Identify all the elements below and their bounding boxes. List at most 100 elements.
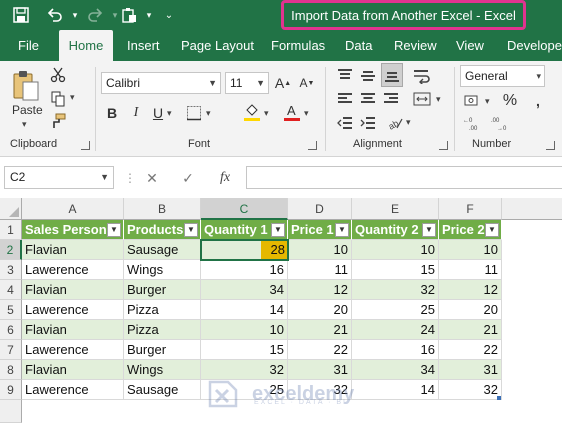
table-header-cell[interactable]: Price 2 ▼	[439, 220, 502, 240]
column-header-e[interactable]: E	[352, 198, 439, 220]
italic-icon[interactable]: I	[128, 103, 144, 123]
column-header-b[interactable]: B	[124, 198, 201, 220]
table-cell[interactable]: 12	[439, 280, 502, 300]
font-color-dropdown-icon[interactable]: ▾	[304, 108, 309, 119]
percent-icon[interactable]: %	[500, 91, 520, 111]
name-box[interactable]: C2 ▼	[4, 166, 114, 189]
cancel-icon[interactable]: ✕	[141, 167, 163, 189]
table-cell[interactable]: 34	[201, 280, 288, 300]
table-header-cell[interactable]: Quantity 1 ▼	[201, 220, 288, 240]
filter-dropdown-icon[interactable]: ▼	[271, 223, 285, 237]
table-cell[interactable]: 11	[439, 260, 502, 280]
tab-review[interactable]: Review	[394, 30, 437, 61]
table-cell[interactable]: 32	[439, 380, 502, 400]
table-cell[interactable]: Lawerence	[22, 380, 124, 400]
table-cell[interactable]: 16	[201, 260, 288, 280]
filter-dropdown-icon[interactable]: ▼	[335, 223, 349, 237]
borders-dropdown-icon[interactable]: ▾	[206, 108, 211, 119]
paste-label[interactable]: Paste	[12, 103, 43, 117]
row-header-9[interactable]: 9	[0, 380, 22, 400]
table-cell[interactable]: Sausage	[124, 380, 201, 400]
table-cell[interactable]: Flavian	[22, 320, 124, 340]
redo-icon[interactable]	[84, 4, 106, 26]
accounting-dropdown-icon[interactable]: ▾	[485, 96, 490, 107]
accounting-format-icon[interactable]	[462, 91, 484, 111]
tab-developer[interactable]: Developer	[507, 30, 562, 61]
underline-icon[interactable]: U	[150, 103, 166, 123]
decrease-decimal-icon[interactable]: .00 →0	[490, 113, 514, 133]
cut-icon[interactable]	[48, 65, 68, 85]
clipboard-launcher-icon[interactable]	[81, 141, 90, 150]
middle-align-icon[interactable]	[358, 65, 378, 87]
formula-input[interactable]	[246, 166, 562, 189]
table-header-cell[interactable]: Quantity 2 ▼	[352, 220, 439, 240]
column-header-g[interactable]	[502, 198, 562, 220]
table-resize-handle[interactable]	[497, 396, 501, 400]
table-cell[interactable]: Flavian	[22, 360, 124, 380]
decrease-font-size-icon[interactable]: A ▼	[298, 73, 316, 93]
tab-file[interactable]: File	[18, 30, 39, 61]
row-header-6[interactable]: 6	[0, 320, 22, 340]
table-cell[interactable]: 10	[288, 240, 352, 260]
table-cell[interactable]: 10	[439, 240, 502, 260]
merge-center-icon[interactable]	[410, 89, 434, 109]
wrap-text-icon[interactable]	[410, 65, 434, 87]
tab-formulas[interactable]: Formulas	[271, 30, 325, 61]
row-header-2[interactable]: 2	[0, 240, 22, 260]
row-header-1[interactable]: 1	[0, 220, 22, 240]
top-align-icon[interactable]	[335, 65, 355, 87]
table-cell[interactable]: 25	[352, 300, 439, 320]
table-cell[interactable]: Pizza	[124, 300, 201, 320]
row-header-8[interactable]: 8	[0, 360, 22, 380]
table-cell[interactable]: 10	[201, 320, 288, 340]
table-cell[interactable]: 22	[288, 340, 352, 360]
filter-dropdown-icon[interactable]: ▼	[422, 223, 436, 237]
decrease-indent-icon[interactable]	[335, 113, 355, 133]
undo-icon[interactable]	[44, 4, 66, 26]
insert-function-icon[interactable]: fx	[214, 167, 236, 189]
table-cell[interactable]: 11	[288, 260, 352, 280]
number-format-combo[interactable]: General ▾	[460, 65, 545, 87]
filter-dropdown-icon[interactable]: ▼	[485, 223, 499, 237]
tab-insert[interactable]: Insert	[127, 30, 160, 61]
font-color-icon[interactable]: A	[282, 101, 302, 123]
table-cell[interactable]: Lawerence	[22, 260, 124, 280]
alignment-launcher-icon[interactable]	[439, 141, 448, 150]
underline-dropdown-icon[interactable]: ▾	[167, 108, 172, 119]
bottom-align-icon[interactable]	[381, 63, 403, 87]
table-cell[interactable]: Wings	[124, 360, 201, 380]
increase-indent-icon[interactable]	[358, 113, 378, 133]
table-cell[interactable]: 15	[352, 260, 439, 280]
table-cell[interactable]: Burger	[124, 280, 201, 300]
table-cell[interactable]: Flavian	[22, 240, 124, 260]
table-cell[interactable]: Flavian	[22, 280, 124, 300]
borders-icon[interactable]	[184, 103, 204, 123]
table-cell[interactable]: 20	[439, 300, 502, 320]
comma-style-icon[interactable]: ,	[528, 91, 548, 111]
tab-data[interactable]: Data	[345, 30, 372, 61]
table-cell[interactable]: Lawerence	[22, 300, 124, 320]
orientation-dropdown-icon[interactable]: ▾	[406, 117, 411, 128]
row-header-10[interactable]	[0, 400, 22, 423]
save-icon[interactable]	[10, 4, 32, 26]
table-cell[interactable]: 12	[288, 280, 352, 300]
tab-view[interactable]: View	[456, 30, 484, 61]
align-right-icon[interactable]	[381, 89, 401, 109]
table-cell[interactable]: 16	[352, 340, 439, 360]
copy-icon[interactable]	[48, 89, 68, 109]
paste-dropdown-icon[interactable]: ▾	[22, 119, 27, 130]
table-cell[interactable]: 15	[201, 340, 288, 360]
bold-icon[interactable]: B	[104, 103, 120, 123]
table-cell[interactable]: 22	[439, 340, 502, 360]
formula-bar-grip-icon[interactable]: ⋮	[124, 171, 136, 185]
merge-dropdown-icon[interactable]: ▾	[436, 94, 441, 105]
format-painter-icon[interactable]	[48, 111, 68, 131]
table-cell-active[interactable]: 28	[201, 240, 288, 260]
column-header-f[interactable]: F	[439, 198, 502, 220]
clipboard-paste-icon[interactable]	[118, 4, 140, 26]
increase-font-size-icon[interactable]: A ▲	[274, 73, 292, 93]
table-cell[interactable]: Lawerence	[22, 340, 124, 360]
table-cell[interactable]: 24	[352, 320, 439, 340]
table-cell[interactable]: Burger	[124, 340, 201, 360]
orientation-icon[interactable]: ab	[384, 113, 406, 133]
